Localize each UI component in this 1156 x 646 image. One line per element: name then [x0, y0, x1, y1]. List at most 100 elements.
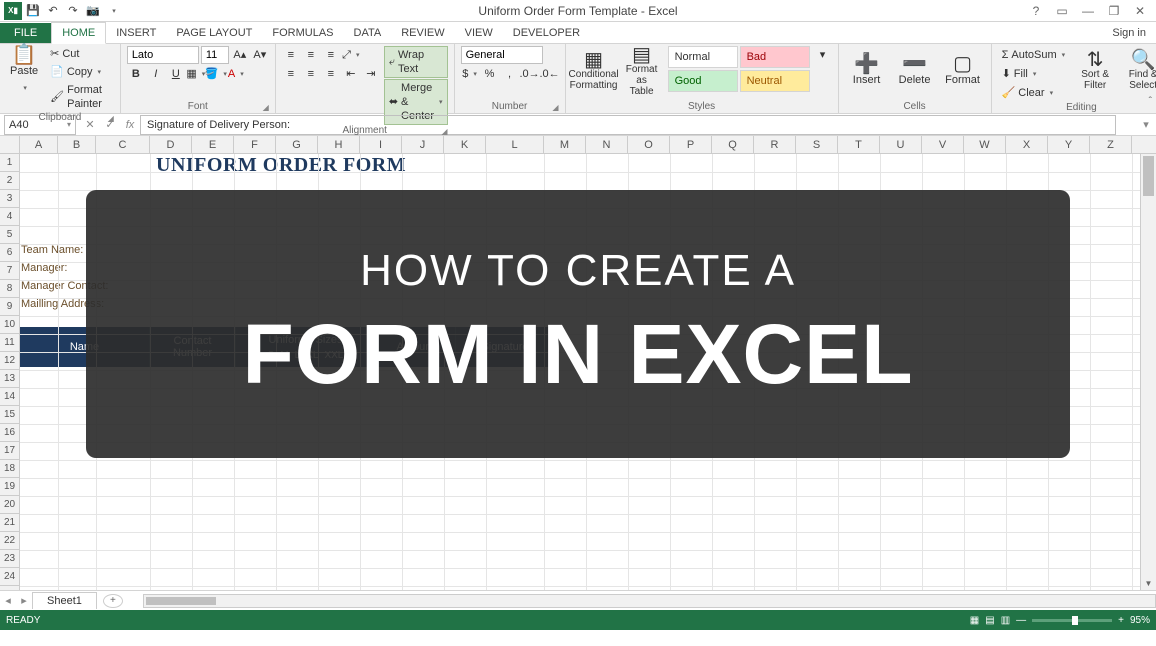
- align-left-button[interactable]: ≡: [282, 65, 300, 83]
- help-button[interactable]: ?: [1024, 2, 1048, 20]
- column-header-L[interactable]: L: [486, 136, 544, 153]
- zoom-slider-knob[interactable]: [1072, 616, 1078, 625]
- style-normal[interactable]: Normal: [668, 46, 738, 68]
- tab-formulas[interactable]: FORMULAS: [262, 23, 343, 43]
- scroll-down-arrow[interactable]: ▼: [1141, 576, 1156, 590]
- tab-page-layout[interactable]: PAGE LAYOUT: [166, 23, 262, 43]
- fill-color-button[interactable]: 🪣: [207, 65, 225, 83]
- sort-filter-button[interactable]: ⇅Sort & Filter: [1073, 46, 1117, 98]
- column-header-K[interactable]: K: [444, 136, 486, 153]
- row-header-22[interactable]: 22: [0, 532, 19, 550]
- column-header-F[interactable]: F: [234, 136, 276, 153]
- row-header-7[interactable]: 7: [0, 262, 19, 280]
- number-dialog-launcher[interactable]: ◢: [552, 103, 558, 112]
- row-header-16[interactable]: 16: [0, 424, 19, 442]
- row-header-6[interactable]: 6: [0, 244, 19, 262]
- align-middle-button[interactable]: ≡: [302, 46, 320, 64]
- column-header-I[interactable]: I: [360, 136, 402, 153]
- expand-formula-bar-button[interactable]: ▾: [1136, 115, 1156, 135]
- row-header-1[interactable]: 1: [0, 154, 19, 172]
- style-neutral[interactable]: Neutral: [740, 70, 810, 92]
- add-sheet-button[interactable]: +: [103, 594, 123, 608]
- column-header-H[interactable]: H: [318, 136, 360, 153]
- alignment-dialog-launcher[interactable]: ◢: [441, 127, 447, 136]
- format-cells-button[interactable]: ▢Format: [941, 46, 985, 98]
- decrease-indent-button[interactable]: ⇤: [342, 65, 360, 83]
- clipboard-dialog-launcher[interactable]: ◢: [108, 114, 114, 123]
- zoom-slider[interactable]: [1032, 619, 1112, 622]
- view-page-break-button[interactable]: ▥: [1001, 615, 1010, 626]
- font-dialog-launcher[interactable]: ◢: [263, 103, 269, 112]
- cell-styles-gallery[interactable]: Normal Bad Good Neutral: [668, 46, 810, 92]
- insert-function-button[interactable]: fx: [120, 115, 140, 135]
- undo-button[interactable]: ↶: [44, 2, 62, 20]
- underline-button[interactable]: U: [167, 65, 185, 83]
- find-select-button[interactable]: 🔍Find & Select: [1121, 46, 1156, 98]
- row-header-5[interactable]: 5: [0, 226, 19, 244]
- column-header-X[interactable]: X: [1006, 136, 1048, 153]
- font-size-input[interactable]: [201, 46, 229, 64]
- redo-button[interactable]: ↷: [64, 2, 82, 20]
- row-header-11[interactable]: 11: [0, 334, 19, 352]
- row-header-14[interactable]: 14: [0, 388, 19, 406]
- row-header-25[interactable]: 25: [0, 586, 19, 590]
- font-name-input[interactable]: [127, 46, 199, 64]
- row-header-13[interactable]: 13: [0, 370, 19, 388]
- row-header-8[interactable]: 8: [0, 280, 19, 298]
- column-header-M[interactable]: M: [544, 136, 586, 153]
- tab-file[interactable]: FILE: [0, 23, 51, 43]
- comma-format-button[interactable]: ,: [501, 65, 519, 83]
- align-top-button[interactable]: ≡: [282, 46, 300, 64]
- row-header-23[interactable]: 23: [0, 550, 19, 568]
- increase-font-button[interactable]: A▴: [231, 46, 249, 64]
- view-normal-button[interactable]: ▦: [970, 615, 979, 626]
- column-header-A[interactable]: A: [20, 136, 58, 153]
- row-header-10[interactable]: 10: [0, 316, 19, 334]
- column-header-S[interactable]: S: [796, 136, 838, 153]
- restore-button[interactable]: ❐: [1102, 2, 1126, 20]
- row-header-3[interactable]: 3: [0, 190, 19, 208]
- zoom-in-button[interactable]: +: [1118, 615, 1124, 626]
- tab-view[interactable]: VIEW: [455, 23, 503, 43]
- row-header-12[interactable]: 12: [0, 352, 19, 370]
- sheet-tab-sheet1[interactable]: Sheet1: [32, 592, 97, 609]
- decrease-decimal-button[interactable]: .0←: [541, 65, 559, 83]
- tab-data[interactable]: DATA: [344, 23, 392, 43]
- tab-developer[interactable]: DEVELOPER: [503, 23, 590, 43]
- column-header-E[interactable]: E: [192, 136, 234, 153]
- align-center-button[interactable]: ≡: [302, 65, 320, 83]
- align-bottom-button[interactable]: ≡: [322, 46, 340, 64]
- column-header-U[interactable]: U: [880, 136, 922, 153]
- percent-format-button[interactable]: %: [481, 65, 499, 83]
- conditional-formatting-button[interactable]: ▦Conditional Formatting: [572, 46, 616, 98]
- column-header-Q[interactable]: Q: [712, 136, 754, 153]
- print-preview-button[interactable]: 📷: [84, 2, 102, 20]
- italic-button[interactable]: I: [147, 65, 165, 83]
- sign-in-link[interactable]: Sign in: [1102, 23, 1156, 43]
- column-header-P[interactable]: P: [670, 136, 712, 153]
- column-header-T[interactable]: T: [838, 136, 880, 153]
- format-as-table-button[interactable]: ▤Format as Table: [620, 46, 664, 98]
- column-header-Z[interactable]: Z: [1090, 136, 1132, 153]
- paste-button[interactable]: 📋 Paste: [6, 46, 42, 98]
- row-header-4[interactable]: 4: [0, 208, 19, 226]
- vertical-scrollbar[interactable]: ▲ ▼: [1140, 154, 1156, 590]
- border-button[interactable]: ▦: [187, 65, 205, 83]
- column-header-Y[interactable]: Y: [1048, 136, 1090, 153]
- row-header-19[interactable]: 19: [0, 478, 19, 496]
- row-header-24[interactable]: 24: [0, 568, 19, 586]
- column-header-O[interactable]: O: [628, 136, 670, 153]
- view-page-layout-button[interactable]: ▤: [985, 615, 994, 626]
- decrease-font-button[interactable]: A▾: [251, 46, 269, 64]
- style-bad[interactable]: Bad: [740, 46, 810, 68]
- column-header-C[interactable]: C: [96, 136, 150, 153]
- fill-button[interactable]: ⬇Fill: [998, 65, 1070, 83]
- insert-cells-button[interactable]: ➕Insert: [845, 46, 889, 98]
- qat-customize[interactable]: [104, 2, 122, 20]
- column-header-W[interactable]: W: [964, 136, 1006, 153]
- tab-insert[interactable]: INSERT: [106, 23, 166, 43]
- row-header-17[interactable]: 17: [0, 442, 19, 460]
- save-button[interactable]: 💾: [24, 2, 42, 20]
- close-button[interactable]: ✕: [1128, 2, 1152, 20]
- column-header-J[interactable]: J: [402, 136, 444, 153]
